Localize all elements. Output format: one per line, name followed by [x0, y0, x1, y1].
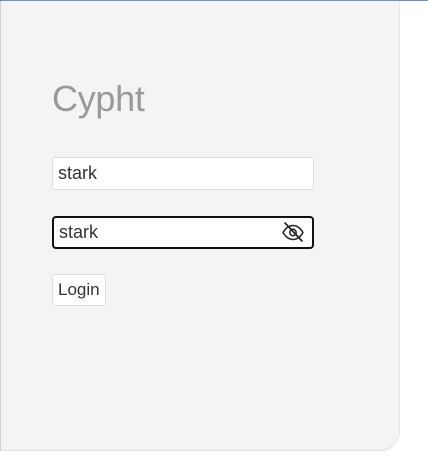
password-field-wrapper	[52, 216, 314, 249]
username-input[interactable]	[52, 157, 314, 190]
login-panel: Cypht Login	[0, 1, 400, 451]
eye-slash-icon[interactable]	[280, 220, 306, 244]
login-button[interactable]: Login	[52, 274, 106, 306]
app-title: Cypht	[52, 78, 145, 119]
password-input[interactable]	[52, 216, 314, 249]
